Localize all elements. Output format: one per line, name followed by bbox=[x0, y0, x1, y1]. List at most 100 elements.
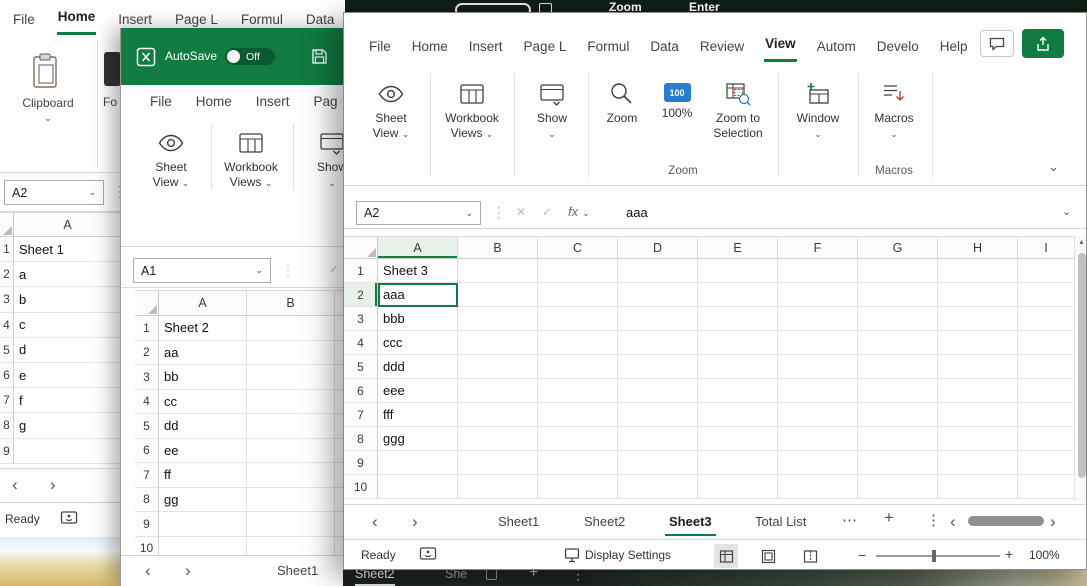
name-box[interactable]: A2 ⌄ bbox=[356, 201, 481, 225]
table-row[interactable]: gg bbox=[159, 488, 343, 512]
ribbon-tab-file[interactable]: File bbox=[368, 30, 392, 62]
name-box[interactable]: A1 ⌄ bbox=[133, 258, 271, 283]
ribbon-tab-home[interactable]: Home bbox=[195, 85, 233, 117]
clipboard-group-label[interactable]: Clipboard bbox=[4, 96, 92, 110]
table-row[interactable] bbox=[378, 475, 1074, 499]
row-header[interactable]: 9 bbox=[0, 439, 13, 464]
zoom-slider-track[interactable] bbox=[876, 555, 1000, 557]
hscroll-left-arrow[interactable]: ‹ bbox=[950, 510, 956, 534]
table-row[interactable]: aaa bbox=[378, 283, 1074, 307]
autosave-toggle[interactable]: Off bbox=[225, 48, 275, 65]
row-header[interactable]: 7 bbox=[135, 463, 158, 488]
table-row[interactable] bbox=[378, 451, 1074, 475]
row-header[interactable]: 8 bbox=[135, 488, 158, 512]
zoom-out-button[interactable]: − bbox=[858, 547, 866, 563]
more-sheets-button[interactable]: ⋯ bbox=[842, 511, 857, 529]
table-row[interactable]: ff bbox=[159, 463, 343, 488]
ribbon-tab-developer[interactable]: Develo bbox=[876, 30, 920, 62]
chevron-down-icon[interactable]: ⌄ bbox=[255, 266, 263, 275]
row-header[interactable]: 9 bbox=[344, 451, 377, 475]
column-header-b[interactable]: B bbox=[458, 237, 538, 258]
sheet-nav-prev[interactable]: ‹ bbox=[145, 559, 151, 583]
column-header-a[interactable]: A bbox=[14, 213, 122, 236]
name-box[interactable]: A2 ⌄ bbox=[4, 180, 104, 205]
sheet-nav-next[interactable]: › bbox=[185, 559, 191, 583]
hscroll-thumb[interactable] bbox=[968, 516, 1044, 526]
column-header-f[interactable]: F bbox=[778, 237, 858, 258]
table-row[interactable]: ggg bbox=[378, 427, 1074, 451]
ribbon-tab-review[interactable]: Review bbox=[699, 30, 745, 62]
comment-button[interactable] bbox=[980, 30, 1014, 57]
row-header[interactable]: 6 bbox=[135, 439, 158, 463]
workbook-views-button[interactable]: Workbook Views ⌄ bbox=[213, 124, 289, 190]
ribbon-tab-file[interactable]: File bbox=[149, 85, 173, 117]
ribbon-tab-page-layout[interactable]: Pag bbox=[313, 85, 339, 117]
zoom-percent[interactable]: 100% bbox=[1029, 548, 1060, 562]
table-row[interactable]: eee bbox=[378, 379, 1074, 403]
row-header[interactable]: 5 bbox=[344, 355, 377, 379]
sheet-options-button[interactable]: ⋮ bbox=[926, 511, 941, 529]
row-header[interactable]: 1 bbox=[344, 259, 377, 283]
window-button[interactable]: Window ⌄ bbox=[790, 75, 846, 141]
ribbon-tab-view[interactable]: View bbox=[764, 27, 797, 62]
paste-icon[interactable] bbox=[30, 52, 60, 90]
row-header[interactable]: 7 bbox=[344, 403, 377, 427]
column-header-h[interactable]: H bbox=[938, 237, 1018, 258]
zoom-slider-thumb[interactable] bbox=[932, 550, 936, 562]
column-header-d[interactable]: D bbox=[618, 237, 698, 258]
row-header[interactable]: 8 bbox=[0, 413, 13, 439]
row-header[interactable]: 4 bbox=[135, 390, 158, 414]
row-header[interactable]: 3 bbox=[344, 307, 377, 331]
sheet-nav-next[interactable]: › bbox=[412, 510, 418, 534]
scroll-up-arrow[interactable]: ▲ bbox=[1078, 239, 1085, 246]
table-row[interactable]: ddd bbox=[378, 355, 1074, 379]
ribbon-tab-formulas[interactable]: Formul bbox=[586, 30, 630, 62]
sheet-tab-sheet3[interactable]: Sheet3 bbox=[665, 514, 716, 536]
sheet-view-button[interactable]: Sheet View ⌄ bbox=[135, 124, 207, 190]
row-header[interactable]: 9 bbox=[135, 512, 158, 537]
table-row[interactable]: cc bbox=[159, 390, 343, 414]
hscroll-right-arrow[interactable]: › bbox=[1050, 510, 1056, 534]
select-all-corner[interactable] bbox=[135, 291, 159, 315]
table-row[interactable]: Sheet 2 bbox=[159, 316, 343, 341]
chevron-down-icon[interactable]: ⌄ bbox=[88, 188, 96, 197]
column-header-a[interactable]: A bbox=[378, 237, 458, 258]
show-button[interactable]: Show ⌄ bbox=[299, 124, 343, 190]
table-row[interactable]: fff bbox=[378, 403, 1074, 427]
sheet-tab-sheet2[interactable]: Sheet2 bbox=[580, 514, 629, 534]
sheet-view-button[interactable]: Sheet View ⌄ bbox=[362, 75, 420, 141]
table-row[interactable]: bb bbox=[159, 365, 343, 390]
ribbon-tab-page-layout[interactable]: Page L bbox=[523, 30, 568, 62]
cancel-button[interactable]: ✕ bbox=[516, 205, 526, 219]
zoom-in-button[interactable]: + bbox=[1005, 546, 1013, 562]
formula-bar-expand-icon[interactable]: ⌄ bbox=[1062, 207, 1071, 218]
row-header[interactable]: 6 bbox=[344, 379, 377, 403]
sheet-tab-total-list[interactable]: Total List bbox=[751, 514, 810, 534]
collapse-ribbon-button[interactable]: ⌄ bbox=[1048, 159, 1059, 175]
column-header-e[interactable]: E bbox=[698, 237, 778, 258]
new-sheet-button[interactable]: + bbox=[884, 508, 894, 528]
ribbon-tab-help[interactable]: Help bbox=[939, 30, 969, 62]
column-header-g[interactable]: G bbox=[858, 237, 938, 258]
workbook-views-button[interactable]: Workbook Views ⌄ bbox=[440, 75, 504, 141]
save-icon[interactable] bbox=[311, 48, 328, 65]
table-row[interactable]: aa bbox=[159, 341, 343, 365]
accessibility-icon[interactable] bbox=[419, 546, 439, 564]
select-all-corner[interactable] bbox=[0, 213, 14, 236]
display-settings-label[interactable]: Display Settings bbox=[585, 548, 671, 562]
row-header[interactable]: 2 bbox=[135, 341, 158, 365]
ribbon-tab-home[interactable]: Home bbox=[56, 0, 97, 35]
ribbon-tab-automate[interactable]: Autom bbox=[816, 30, 857, 62]
page-layout-view-button[interactable] bbox=[756, 544, 780, 568]
row-header[interactable]: 2 bbox=[0, 262, 13, 288]
sheet-nav-prev[interactable]: ‹ bbox=[372, 510, 378, 534]
show-button[interactable]: Show ⌄ bbox=[524, 75, 580, 141]
row-header[interactable]: 6 bbox=[0, 363, 13, 389]
chevron-down-icon[interactable]: ⌄ bbox=[465, 208, 473, 218]
zoom-to-selection-button[interactable]: Zoom to Selection bbox=[706, 75, 770, 141]
zoom-100-button[interactable]: 100 100% bbox=[652, 75, 702, 121]
ribbon-tab-insert[interactable]: Insert bbox=[468, 30, 504, 62]
column-header-c[interactable]: C bbox=[538, 237, 618, 258]
row-header[interactable]: 5 bbox=[0, 338, 13, 363]
ribbon-tab-file[interactable]: File bbox=[12, 3, 36, 35]
